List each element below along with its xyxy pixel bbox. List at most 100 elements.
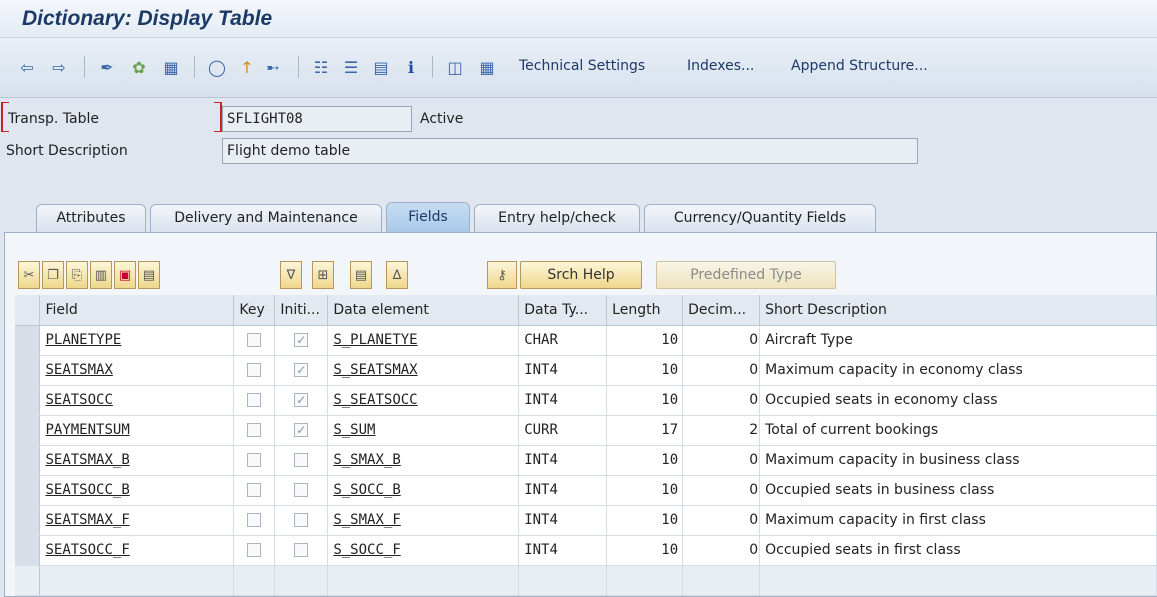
expand-icon[interactable]: ∇ bbox=[280, 261, 302, 289]
contents-icon[interactable]: ▤ bbox=[370, 56, 392, 78]
column-header-length[interactable]: Length bbox=[606, 295, 684, 326]
table-name-field[interactable]: SFLIGHT08 bbox=[222, 106, 412, 132]
data-type-cell: CHAR bbox=[518, 325, 608, 356]
data-element-cell[interactable]: S_SOCC_F bbox=[327, 535, 520, 566]
compare-icon[interactable]: ◫ bbox=[444, 56, 466, 78]
row-selector[interactable] bbox=[15, 445, 41, 476]
copy-icon[interactable]: ❐ bbox=[42, 261, 64, 289]
field-name-cell[interactable]: SEATSOCC_B bbox=[39, 475, 235, 506]
key-checkbox[interactable] bbox=[247, 333, 262, 347]
row-selector[interactable] bbox=[15, 355, 41, 386]
column-header-data-element[interactable]: Data element bbox=[327, 295, 520, 326]
row-selector[interactable] bbox=[15, 415, 41, 446]
technical-settings-button[interactable]: Technical Settings bbox=[519, 58, 645, 74]
table-row[interactable]: SEATSMAX_B S_SMAX_B INT4 10 0 Maximum capacit… bbox=[15, 445, 1157, 476]
data-element-cell[interactable]: S_SEATSMAX bbox=[327, 355, 520, 386]
delete-row-icon[interactable]: ▣ bbox=[114, 261, 136, 289]
tab-fields[interactable]: Fields bbox=[386, 202, 470, 233]
column-header-initial[interactable]: Initi... bbox=[274, 295, 329, 326]
key-checkbox[interactable] bbox=[247, 483, 262, 497]
key-checkbox[interactable] bbox=[247, 453, 262, 467]
include-icon[interactable]: ⊞ bbox=[312, 261, 334, 289]
column-header-short-description[interactable]: Short Description bbox=[759, 295, 1157, 326]
append-row-icon[interactable]: ▤ bbox=[138, 261, 160, 289]
key-help-icon[interactable]: ⚷ bbox=[487, 261, 517, 289]
data-element-cell[interactable]: S_SMAX_F bbox=[327, 505, 520, 536]
tab-delivery-maintenance[interactable]: Delivery and Maintenance bbox=[150, 204, 382, 233]
move-up-icon[interactable]: ↑ bbox=[236, 56, 258, 78]
empty-cell bbox=[233, 565, 276, 596]
initial-checkbox[interactable] bbox=[294, 453, 309, 467]
decimals-cell: 0 bbox=[682, 385, 761, 416]
short-description-field[interactable]: Flight demo table bbox=[222, 138, 918, 164]
structure-icon[interactable]: ☰ bbox=[340, 56, 362, 78]
data-element-cell[interactable]: S_SOCC_B bbox=[327, 475, 520, 506]
paste-icon[interactable]: ⎘ bbox=[66, 261, 88, 289]
table-row[interactable]: SEATSOCC_F S_SOCC_F INT4 10 0 Occupied seats … bbox=[15, 535, 1157, 566]
check-icon[interactable]: ▦ bbox=[160, 56, 182, 78]
row-selector[interactable] bbox=[15, 505, 41, 536]
field-name-cell[interactable]: SEATSOCC bbox=[39, 385, 235, 416]
tab-entry-help-check[interactable]: Entry help/check bbox=[474, 204, 640, 233]
forward-arrow-icon[interactable]: ⇨ bbox=[48, 56, 70, 78]
empty-row[interactable] bbox=[15, 565, 1157, 596]
column-header-decimals[interactable]: Decim... bbox=[682, 295, 761, 326]
table-row[interactable]: SEATSOCC_B S_SOCC_B INT4 10 0 Occupied seats … bbox=[15, 475, 1157, 506]
row-selector-header[interactable] bbox=[15, 295, 41, 326]
initial-checkbox[interactable]: ✓ bbox=[294, 363, 309, 377]
initial-checkbox[interactable] bbox=[294, 513, 309, 527]
predefined-type-button[interactable]: Predefined Type bbox=[656, 261, 836, 289]
indexes-button[interactable]: Indexes... bbox=[687, 58, 754, 74]
tab-attributes[interactable]: Attributes bbox=[36, 204, 146, 233]
table-type-label: Transp. Table bbox=[8, 111, 99, 127]
row-selector[interactable] bbox=[15, 325, 41, 356]
decimals-cell: 0 bbox=[682, 505, 761, 536]
field-name-cell[interactable]: PAYMENTSUM bbox=[39, 415, 235, 446]
key-checkbox[interactable] bbox=[247, 513, 262, 527]
table-row[interactable]: PLANETYPE ✓ S_PLANETYE CHAR 10 0 Aircraft Type bbox=[15, 325, 1157, 356]
initial-checkbox[interactable] bbox=[294, 543, 309, 557]
row-selector[interactable] bbox=[15, 535, 41, 566]
initial-checkbox[interactable]: ✓ bbox=[294, 393, 309, 407]
field-name-cell[interactable]: SEATSMAX_F bbox=[39, 505, 235, 536]
details-icon[interactable]: ▤ bbox=[350, 261, 372, 289]
insert-row-icon[interactable]: ▥ bbox=[90, 261, 112, 289]
initial-checkbox[interactable]: ✓ bbox=[294, 423, 309, 437]
data-element-cell[interactable]: S_PLANETYE bbox=[327, 325, 520, 356]
table-row[interactable]: PAYMENTSUM ✓ S_SUM CURR 17 2 Total of current … bbox=[15, 415, 1157, 446]
display-change-icon[interactable]: ✒ bbox=[96, 56, 118, 78]
append-structure-button[interactable]: Append Structure... bbox=[791, 58, 928, 74]
info-icon[interactable]: ℹ bbox=[400, 56, 422, 78]
key-checkbox[interactable] bbox=[247, 393, 262, 407]
tab-currency-quantity[interactable]: Currency/Quantity Fields bbox=[644, 204, 876, 233]
field-name-cell[interactable]: PLANETYPE bbox=[39, 325, 235, 356]
key-checkbox[interactable] bbox=[247, 363, 262, 377]
field-name-cell[interactable]: SEATSMAX bbox=[39, 355, 235, 386]
back-arrow-icon[interactable]: ⇦ bbox=[16, 56, 38, 78]
row-selector[interactable] bbox=[15, 385, 41, 416]
column-header-key[interactable]: Key bbox=[233, 295, 276, 326]
table-row[interactable]: SEATSMAX_F S_SMAX_F INT4 10 0 Maximum capacit… bbox=[15, 505, 1157, 536]
data-element-cell[interactable]: S_SMAX_B bbox=[327, 445, 520, 476]
collapse-icon[interactable]: ∆ bbox=[386, 261, 408, 289]
row-selector[interactable] bbox=[15, 475, 41, 506]
column-header-field[interactable]: Field bbox=[39, 295, 235, 326]
initial-checkbox[interactable]: ✓ bbox=[294, 333, 309, 347]
hierarchy-icon[interactable]: ☷ bbox=[310, 56, 332, 78]
key-checkbox[interactable] bbox=[247, 543, 262, 557]
data-element-cell[interactable]: S_SUM bbox=[327, 415, 520, 446]
navigate-icon[interactable]: ➸ bbox=[262, 56, 284, 78]
field-name-cell[interactable]: SEATSMAX_B bbox=[39, 445, 235, 476]
search-help-button[interactable]: Srch Help bbox=[520, 261, 642, 289]
key-checkbox[interactable] bbox=[247, 423, 262, 437]
initial-checkbox[interactable] bbox=[294, 483, 309, 497]
table-row[interactable]: SEATSMAX ✓ S_SEATSMAX INT4 10 0 Maximum capaci… bbox=[15, 355, 1157, 386]
field-name-cell[interactable]: SEATSOCC_F bbox=[39, 535, 235, 566]
where-used-icon[interactable]: ◯ bbox=[206, 56, 228, 78]
cut-icon[interactable]: ✂ bbox=[18, 261, 40, 289]
data-element-cell[interactable]: S_SEATSOCC bbox=[327, 385, 520, 416]
column-header-data-type[interactable]: Data Ty... bbox=[518, 295, 608, 326]
table-grid-icon[interactable]: ▦ bbox=[476, 56, 498, 78]
table-row[interactable]: SEATSOCC ✓ S_SEATSOCC INT4 10 0 Occupied seats… bbox=[15, 385, 1157, 416]
activate-icon[interactable]: ✿ bbox=[128, 56, 150, 78]
